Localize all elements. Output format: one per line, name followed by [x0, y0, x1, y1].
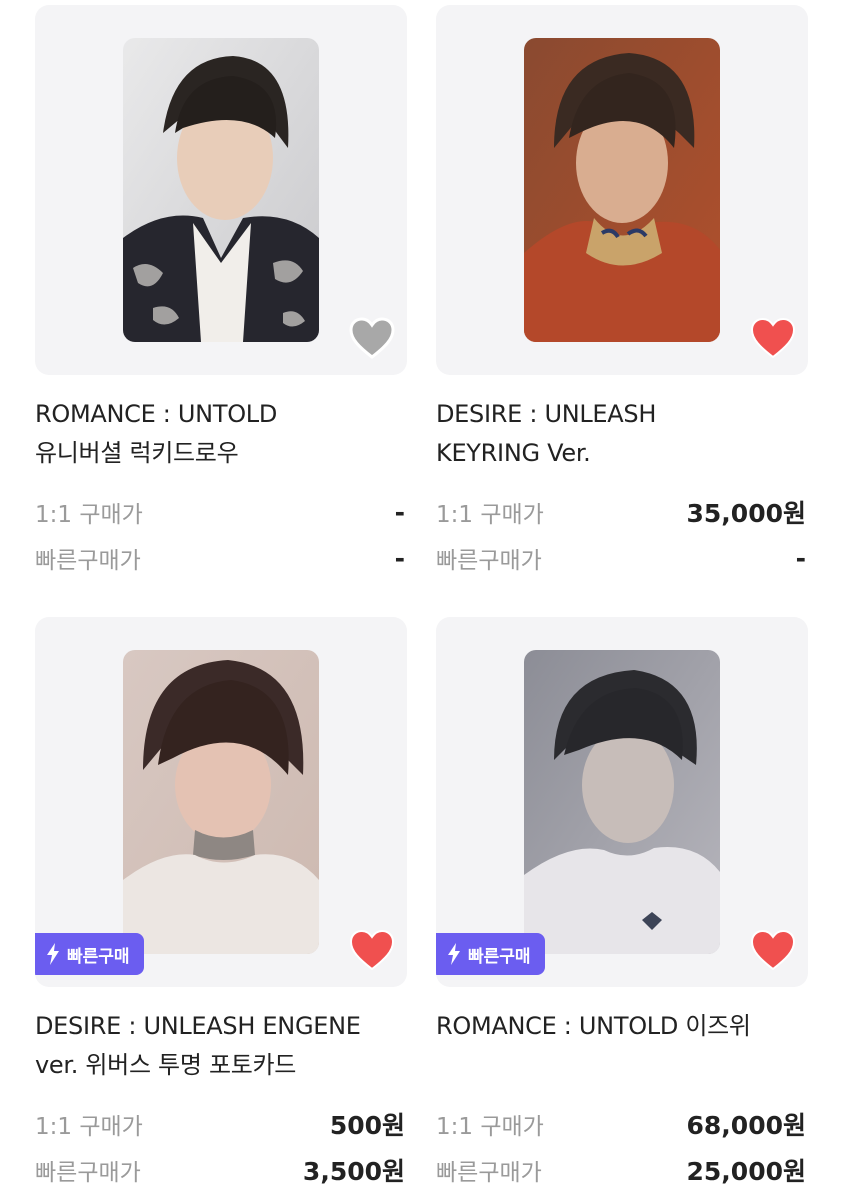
product-title-line: KEYRING Ver. [436, 439, 591, 467]
price-label: 빠른구매가 [35, 548, 141, 574]
product-title[interactable]: ROMANCE : UNTOLD 유니버셜 럭키드로우 [35, 395, 407, 473]
price-value: 25,000원 [686, 1157, 806, 1186]
photocard-image [123, 650, 319, 954]
price-label: 빠른구매가 [436, 548, 542, 574]
price-list: 1:1 구매가 500원 빠른구매가 3,500원 [35, 1101, 407, 1193]
price-value: - [394, 497, 405, 527]
product-card[interactable]: 빠른구매 ROMANCE : UNTOLD 이즈위 1:1 구매가 68,000… [436, 617, 808, 1193]
photocard-image [524, 650, 720, 954]
price-row-fast: 빠른구매가 - [35, 535, 407, 581]
photocard-image [123, 38, 319, 342]
price-list: 1:1 구매가 68,000원 빠른구매가 25,000원 [436, 1101, 808, 1193]
price-value: 500원 [329, 1111, 405, 1140]
product-title[interactable]: DESIRE : UNLEASH KEYRING Ver. [436, 395, 808, 473]
product-title-line: DESIRE : UNLEASH [436, 400, 657, 428]
product-thumbnail[interactable] [35, 5, 407, 375]
product-title-line: ROMANCE : UNTOLD [35, 400, 278, 428]
heart-filled-icon[interactable] [750, 929, 796, 971]
price-row-fast: 빠른구매가 3,500원 [35, 1147, 407, 1193]
product-title-line: ROMANCE : UNTOLD 이즈위 [436, 1012, 751, 1040]
price-value: 68,000원 [686, 1111, 806, 1140]
product-title-line: ver. 위버스 투명 포토카드 [35, 1051, 297, 1079]
fast-purchase-badge-label: 빠른구매 [67, 946, 130, 967]
product-card[interactable]: DESIRE : UNLEASH KEYRING Ver. 1:1 구매가 35… [436, 5, 808, 581]
price-value: 35,000원 [686, 499, 806, 528]
price-row-1to1: 1:1 구매가 - [35, 489, 407, 535]
product-title-line: 유니버셜 럭키드로우 [35, 439, 239, 467]
lightning-icon [47, 943, 59, 965]
product-grid: ROMANCE : UNTOLD 유니버셜 럭키드로우 1:1 구매가 - 빠른… [0, 0, 843, 1200]
product-title[interactable]: ROMANCE : UNTOLD 이즈위 [436, 1007, 808, 1085]
product-thumbnail[interactable]: 빠른구매 [35, 617, 407, 987]
heart-filled-icon[interactable] [349, 929, 395, 971]
fast-purchase-badge-label: 빠른구매 [468, 946, 531, 967]
heart-filled-icon[interactable] [750, 317, 796, 359]
product-title[interactable]: DESIRE : UNLEASH ENGENE ver. 위버스 투명 포토카드 [35, 1007, 407, 1085]
price-row-1to1: 1:1 구매가 68,000원 [436, 1101, 808, 1147]
product-thumbnail[interactable]: 빠른구매 [436, 617, 808, 987]
product-card[interactable]: 빠른구매 DESIRE : UNLEASH ENGENE ver. 위버스 투명… [35, 617, 407, 1193]
price-list: 1:1 구매가 35,000원 빠른구매가 - [436, 489, 808, 581]
price-label: 1:1 구매가 [436, 502, 544, 528]
fast-purchase-badge: 빠른구매 [436, 933, 545, 975]
fast-purchase-badge: 빠른구매 [35, 933, 144, 975]
price-row-fast: 빠른구매가 - [436, 535, 808, 581]
product-thumbnail[interactable] [436, 5, 808, 375]
price-label: 1:1 구매가 [436, 1114, 544, 1140]
heart-outline-icon[interactable] [349, 317, 395, 359]
price-row-1to1: 1:1 구매가 500원 [35, 1101, 407, 1147]
price-value: - [394, 543, 405, 573]
price-list: 1:1 구매가 - 빠른구매가 - [35, 489, 407, 581]
price-value: 3,500원 [302, 1157, 405, 1186]
price-value: - [795, 543, 806, 573]
price-label: 빠른구매가 [35, 1160, 141, 1186]
lightning-icon [448, 943, 460, 965]
product-title-line: DESIRE : UNLEASH ENGENE [35, 1012, 361, 1040]
product-card[interactable]: ROMANCE : UNTOLD 유니버셜 럭키드로우 1:1 구매가 - 빠른… [35, 5, 407, 581]
photocard-image [524, 38, 720, 342]
price-label: 1:1 구매가 [35, 1114, 143, 1140]
price-row-1to1: 1:1 구매가 35,000원 [436, 489, 808, 535]
price-label: 빠른구매가 [436, 1160, 542, 1186]
price-label: 1:1 구매가 [35, 502, 143, 528]
price-row-fast: 빠른구매가 25,000원 [436, 1147, 808, 1193]
